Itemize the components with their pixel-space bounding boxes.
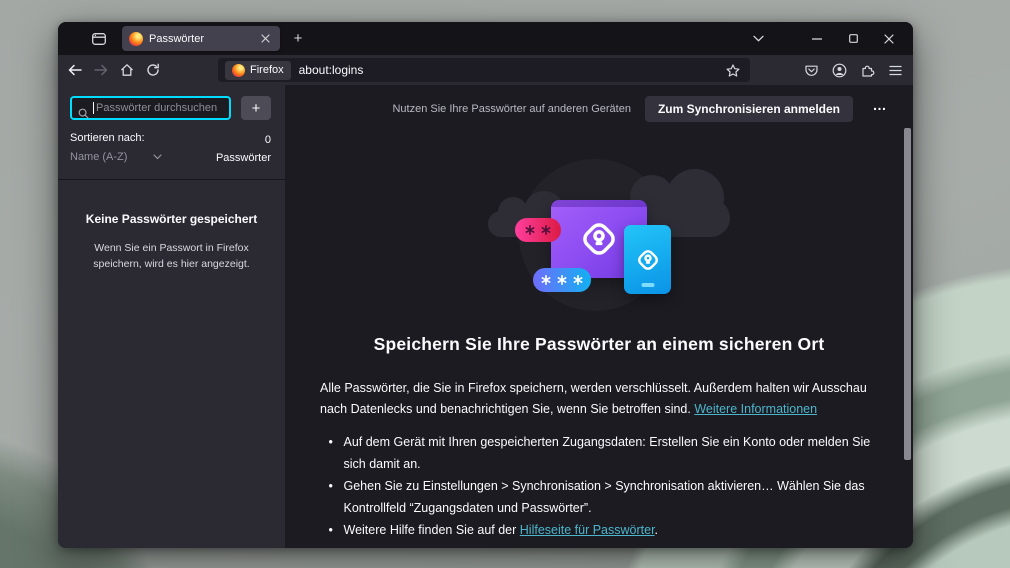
tab-close-icon[interactable] [257,31,273,47]
sort-group: Sortieren nach: Name (A-Z) [70,132,163,167]
puzzle-piece-icon [860,63,875,78]
navigation-toolbar: Firefox about:logins [58,55,913,85]
bookmark-button[interactable] [723,60,743,80]
site-identity-chip[interactable]: Firefox [225,60,291,80]
reload-icon [146,63,160,77]
close-icon [884,33,894,44]
maximize-button[interactable] [837,27,869,51]
asterisk-icon [541,225,551,235]
browser-window: Passwörter + Firefox about:logins Passwö… [58,22,913,548]
password-pill-graphic [533,268,591,292]
sync-hint-text: Nutzen Sie Ihre Passwörter auf anderen G… [392,103,631,115]
chevron-down-icon [752,35,764,42]
account-button[interactable] [826,58,852,82]
back-button[interactable] [62,58,88,82]
search-input[interactable] [72,98,229,118]
sidebar-empty-state: Keine Passwörter gespeichert Wenn Sie ei… [58,212,285,273]
asterisk-icon [525,225,535,235]
text-caret [93,102,94,114]
login-count: 0 Passwörter [216,132,271,167]
hamburger-menu-icon [888,65,902,76]
login-count-label: Passwörter [215,151,271,164]
bullet-text: Auf dem Gerät mit Ihren gespeicherten Zu… [343,435,871,471]
tips-list: Auf dem Gerät mit Ihren gespeicherten Zu… [327,431,872,541]
page-title: Speichern Sie Ihre Passwörter an einem s… [373,334,825,354]
phone-graphic [624,225,671,294]
sort-row: Sortieren nach: Name (A-Z) 0 Passwörter [58,127,285,181]
firefox-favicon [129,31,143,46]
minimize-icon [812,37,822,40]
sort-value: Name (A-Z) [70,151,128,163]
learn-more-link[interactable]: Weitere Informationen [694,402,817,416]
passwords-illustration [464,159,734,311]
logins-intro-panel: Nutzen Sie Ihre Passwörter auf anderen G… [285,85,913,548]
site-chip-label: Firefox [250,64,284,76]
firefox-view-button[interactable] [86,28,112,50]
empty-state-title: Keine Passwörter gespeichert [85,212,258,227]
firefox-logo-icon [232,63,245,77]
help-page-link[interactable]: Hilfeseite für Passwörter [520,523,655,537]
arrow-right-icon [94,64,108,76]
list-item: Gehen Sie zu Einstellungen > Synchronisa… [327,475,872,519]
search-row: + [58,85,285,127]
intro-paragraph: Alle Passwörter, die Sie in Firefox spei… [320,378,878,420]
sort-label: Sortieren nach: [70,132,145,144]
sort-dropdown[interactable]: Name (A-Z) [70,151,163,163]
account-icon [832,63,847,78]
minimize-button[interactable] [801,27,833,51]
ellipsis-icon: … [872,97,888,113]
pocket-icon [804,63,819,78]
list-item: Weitere Hilfe finden Sie auf der Hilfese… [327,519,872,541]
url-bar[interactable]: Firefox about:logins [218,58,750,82]
search-box[interactable] [70,96,231,120]
app-menu-button[interactable] [882,58,908,82]
lock-logo-icon [578,218,620,260]
bullet-text: Gehen Sie zu Einstellungen > Synchronisa… [343,479,865,515]
sync-header: Nutzen Sie Ihre Passwörter auf anderen G… [285,95,913,123]
home-icon [120,63,134,77]
firefox-view-icon [91,31,107,47]
list-item: Auf dem Gerät mit Ihren gespeicherten Zu… [327,431,872,475]
lock-logo-icon [635,247,661,273]
arrow-left-icon [68,64,82,76]
chevron-down-icon [153,154,163,160]
about-logins-page: + Sortieren nach: Name (A-Z) 0 [58,85,913,548]
star-icon [726,63,740,77]
asterisk-icon [557,275,567,285]
sync-signin-button[interactable]: Zum Synchronisieren anmelden [644,96,853,122]
logins-sidebar: + Sortieren nach: Name (A-Z) 0 [58,85,285,548]
close-window-button[interactable] [873,27,905,51]
tab-title: Passwörter [149,32,205,45]
bullet-text: . [654,523,659,537]
maximize-icon [848,34,858,43]
password-pill-graphic [515,218,561,242]
asterisk-icon [573,275,583,285]
toolbar-right-icons [798,58,908,82]
add-login-button[interactable]: + [241,96,271,120]
more-options-button[interactable]: … [867,97,893,121]
tab-passwords[interactable]: Passwörter [122,26,280,51]
tab-bar: Passwörter + [58,22,913,55]
home-button[interactable] [114,58,140,82]
vertical-scrollbar[interactable] [904,128,911,460]
url-text[interactable]: about:logins [299,63,715,77]
list-all-tabs-button[interactable] [745,28,771,50]
pocket-button[interactable] [798,58,824,82]
login-count-value: 0 [264,134,271,146]
new-tab-button[interactable]: + [286,27,310,51]
asterisk-icon [541,275,551,285]
bullet-text: Weitere Hilfe finden Sie auf der [343,523,520,537]
empty-state-body: Wenn Sie ein Passwort in Firefox speiche… [93,242,250,271]
extensions-button[interactable] [854,58,880,82]
reload-button[interactable] [140,58,166,82]
forward-button[interactable] [88,58,114,82]
